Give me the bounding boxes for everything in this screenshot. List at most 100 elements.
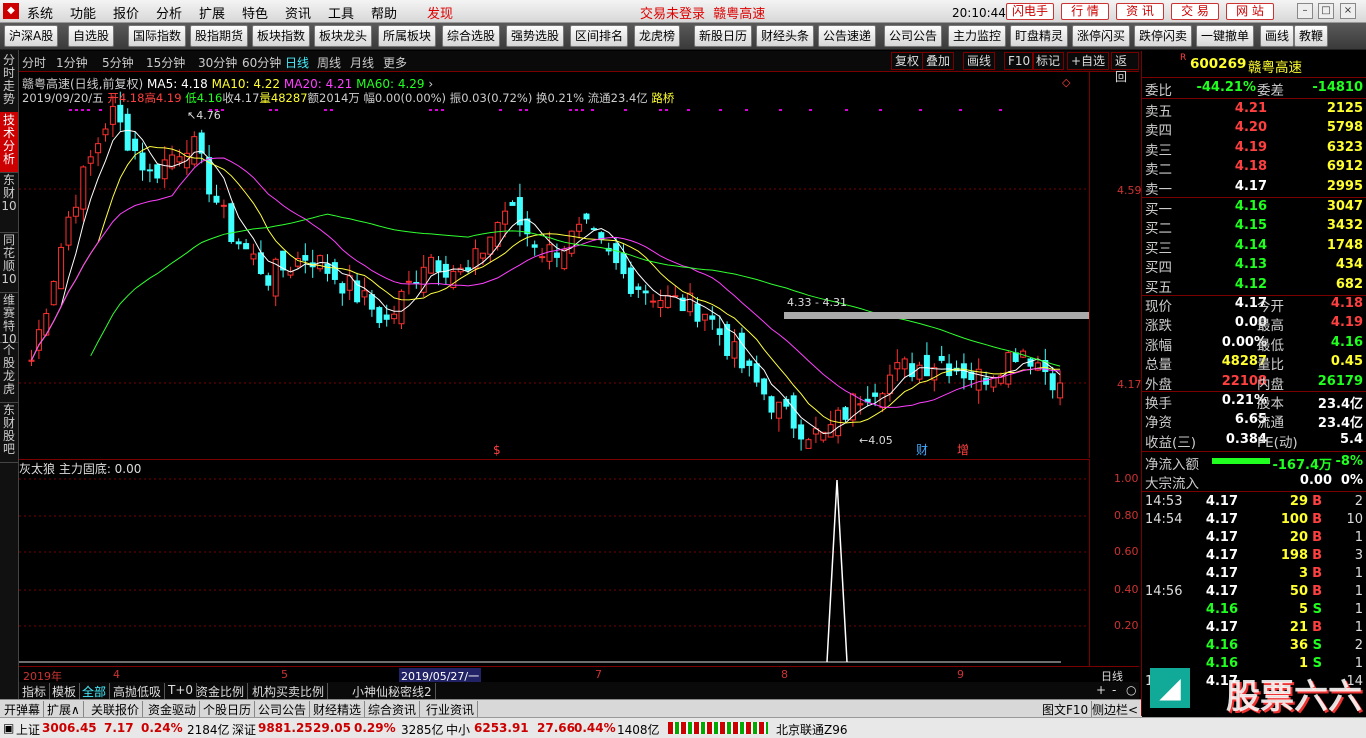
annotation-range: 4.33 - 4.31 xyxy=(787,296,847,309)
candle-body xyxy=(302,255,309,261)
flash-hand-button[interactable]: 闪电手 xyxy=(1006,3,1054,20)
candle-body xyxy=(428,256,435,274)
ext-tab-7[interactable]: 综合资讯 xyxy=(368,701,421,718)
zoom-out-icon[interactable]: - xyxy=(1112,683,1119,697)
toolbar-btn-10[interactable]: 龙虎榜 xyxy=(634,25,681,47)
trade-button[interactable]: 交 易 xyxy=(1171,3,1219,20)
indicator-tab-6[interactable]: 机构买卖比例 xyxy=(252,683,329,700)
menu-extend[interactable]: 扩展 xyxy=(199,3,225,22)
indicator-tab-0[interactable]: 指标 xyxy=(22,683,51,700)
period-tab-6[interactable]: 日线 xyxy=(285,54,309,71)
indicator-tab-1[interactable]: 模板 xyxy=(52,683,81,700)
news-button[interactable]: 资 讯 xyxy=(1116,3,1164,20)
toolbar-btn-12[interactable]: 财经头条 xyxy=(756,25,815,47)
toolbar-btn-18[interactable]: 跌停闪卖 xyxy=(1134,25,1193,47)
indicator-tab-5[interactable]: 资金比例 xyxy=(196,683,249,700)
period-tab-4[interactable]: 30分钟 xyxy=(198,54,237,71)
menu-news[interactable]: 资讯 xyxy=(285,3,311,22)
chart-btn-0[interactable]: 复权 xyxy=(891,52,924,70)
chart-btn-2[interactable]: 画线 xyxy=(963,52,996,70)
menu-quote[interactable]: 报价 xyxy=(113,3,139,22)
menu-help[interactable]: 帮助 xyxy=(371,3,397,22)
sh-index-amount: 2184亿 xyxy=(187,723,230,737)
toolbar-btn-20[interactable]: 画线 xyxy=(1260,25,1295,47)
tick-count: 2 xyxy=(1354,638,1363,653)
bid-label: 买三 xyxy=(1145,240,1172,257)
period-tab-9[interactable]: 更多 xyxy=(383,54,407,71)
sidebar-toggle[interactable]: 侧边栏< xyxy=(1092,701,1141,718)
indicator-tab-7[interactable]: 小神仙秘密线2 xyxy=(352,683,436,700)
left-tab-5[interactable]: 个股龙虎 xyxy=(0,342,18,403)
toolbar-btn-1[interactable]: 自选股 xyxy=(68,25,115,47)
menu-function[interactable]: 功能 xyxy=(70,3,96,22)
reset-icon[interactable]: ○ xyxy=(1126,683,1139,697)
toolbar-btn-16[interactable]: 盯盘精灵 xyxy=(1010,25,1069,47)
toolbar-btn-4[interactable]: 板块指数 xyxy=(252,25,311,47)
chart-btn-3[interactable]: F10 xyxy=(1004,52,1035,70)
indicator-tab-3[interactable]: 高抛低吸 xyxy=(113,683,166,700)
website-button[interactable]: 网 站 xyxy=(1226,3,1274,20)
left-tab-1[interactable]: 技术分析 xyxy=(0,112,18,173)
left-tab-3[interactable]: 同花顺10 xyxy=(0,232,18,293)
toolbar-btn-9[interactable]: 区间排名 xyxy=(570,25,629,47)
chart-btn-4[interactable]: 标记 xyxy=(1032,52,1065,70)
ext-tab-4[interactable]: 个股日历 xyxy=(203,701,256,718)
market-button[interactable]: 行 情 xyxy=(1061,3,1109,20)
f10-button[interactable]: 图文F10 xyxy=(1042,701,1093,718)
toolbar-btn-5[interactable]: 板块龙头 xyxy=(314,25,373,47)
ask-label: 卖三 xyxy=(1145,142,1172,159)
ext-tab-1[interactable]: 扩展∧ xyxy=(47,701,84,718)
toolbar-btn-14[interactable]: 公司公告 xyxy=(884,25,943,47)
left-tab-4[interactable]: 维赛特10 xyxy=(0,292,18,346)
menu-analysis[interactable]: 分析 xyxy=(156,3,182,22)
period-tab-2[interactable]: 5分钟 xyxy=(102,54,134,71)
indicator-tab-4[interactable]: T+0 xyxy=(168,683,198,697)
ext-tab-2[interactable]: 关联报价 xyxy=(91,701,144,718)
kline-chart[interactable]: ↖4.76←4.054.33 - 4.31财 增$◇ xyxy=(19,72,1090,458)
toolbar-btn-19[interactable]: 一键撤单 xyxy=(1196,25,1255,47)
candle-body xyxy=(753,363,760,383)
minimize-icon[interactable]: – xyxy=(1297,3,1313,19)
chart-btn-1[interactable]: 叠加 xyxy=(922,52,955,70)
indicator-tab-2[interactable]: 全部 xyxy=(82,683,111,700)
period-tab-3[interactable]: 15分钟 xyxy=(146,54,185,71)
bid-price: 4.13 xyxy=(1234,257,1267,273)
candle-body xyxy=(568,230,575,254)
ext-tab-3[interactable]: 资金驱动 xyxy=(148,701,201,718)
period-tab-8[interactable]: 月线 xyxy=(350,54,374,71)
toolbar-btn-17[interactable]: 涨停闪买 xyxy=(1072,25,1131,47)
ext-tab-6[interactable]: 财经精选 xyxy=(313,701,366,718)
toolbar-btn-0[interactable]: 沪深A股 xyxy=(4,25,59,47)
toolbar-btn-21[interactable]: 教鞭 xyxy=(1294,25,1329,47)
period-tab-7[interactable]: 周线 xyxy=(317,54,341,71)
period-tab-1[interactable]: 1分钟 xyxy=(56,54,88,71)
zoom-in-icon[interactable]: + xyxy=(1096,683,1109,697)
chart-btn-5[interactable]: +自选 xyxy=(1067,52,1110,70)
ext-tab-0[interactable]: 开弹幕 xyxy=(4,701,45,718)
left-tab-2[interactable]: 东财10 xyxy=(0,172,18,233)
menu-tools[interactable]: 工具 xyxy=(328,3,354,22)
close-icon[interactable]: × xyxy=(1340,3,1356,19)
indicator-chart[interactable] xyxy=(19,459,1090,666)
toolbar-btn-15[interactable]: 主力监控 xyxy=(948,25,1007,47)
toolbar-btn-8[interactable]: 强势选股 xyxy=(506,25,565,47)
toolbar-btn-11[interactable]: 新股日历 xyxy=(694,25,753,47)
ext-tab-8[interactable]: 行业资讯 xyxy=(426,701,479,718)
menu-feature[interactable]: 特色 xyxy=(242,3,268,22)
maximize-icon[interactable]: □ xyxy=(1318,3,1334,19)
candle-body xyxy=(731,341,738,359)
toolbar-btn-3[interactable]: 股指期货 xyxy=(190,25,249,47)
chart-btn-6[interactable]: 返回 xyxy=(1111,52,1139,84)
toolbar-btn-2[interactable]: 国际指数 xyxy=(128,25,187,47)
left-tab-0[interactable]: 分时走势 xyxy=(0,52,18,113)
ext-tab-5[interactable]: 公司公告 xyxy=(258,701,311,718)
menu-discover[interactable]: 发现 xyxy=(427,3,453,22)
period-tab-0[interactable]: 分时 xyxy=(22,54,46,71)
menu-system[interactable]: 系统 xyxy=(27,3,53,22)
left-tab-6[interactable]: 东财股吧 xyxy=(0,402,18,463)
toolbar-btn-6[interactable]: 所属板块 xyxy=(378,25,437,47)
toolbar-btn-13[interactable]: 公告速递 xyxy=(818,25,877,47)
event-marker xyxy=(581,109,584,111)
toolbar-btn-7[interactable]: 综合选股 xyxy=(442,25,501,47)
period-tab-5[interactable]: 60分钟 xyxy=(242,54,281,71)
